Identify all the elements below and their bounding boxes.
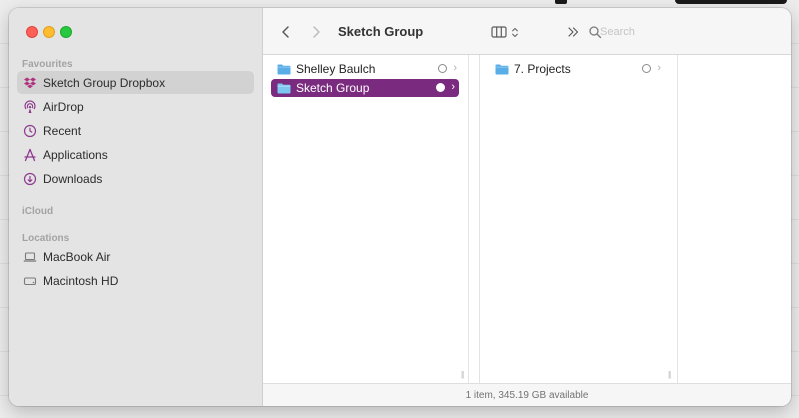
sidebar-item-label: Macintosh HD: [43, 273, 119, 288]
folder-icon: [277, 83, 291, 93]
forward-button[interactable]: [306, 22, 326, 42]
laptop-icon: [23, 250, 37, 264]
sidebar-item-applications[interactable]: Applications: [17, 143, 254, 166]
item-label: Shelley Baulch: [296, 62, 376, 76]
sidebar-item-macbook-air[interactable]: MacBook Air: [17, 245, 254, 268]
columns-view-icon: [491, 26, 507, 38]
list-item[interactable]: Sketch Group ›: [271, 79, 459, 97]
disk-icon: [23, 274, 37, 288]
sidebar-item-label: AirDrop: [43, 99, 84, 114]
column-divider: [468, 55, 469, 383]
minimize-window-button[interactable]: [43, 26, 55, 38]
list-item[interactable]: Shelley Baulch ›: [271, 60, 461, 78]
view-mode-dropdown[interactable]: [509, 22, 521, 42]
sidebar-item-recent[interactable]: Recent: [17, 119, 254, 142]
folder-icon: [277, 64, 291, 74]
sync-status-icon: [642, 64, 651, 73]
close-window-button[interactable]: [26, 26, 38, 38]
more-toolbar-items-button[interactable]: [563, 22, 583, 42]
column-2: 7. Projects › ||: [479, 55, 677, 383]
dropbox-icon: [23, 76, 37, 90]
column-resize-handle[interactable]: ||: [461, 370, 464, 379]
updown-chevron-icon: [512, 27, 518, 37]
sync-status-icon: [438, 64, 447, 73]
search-placeholder[interactable]: Search: [600, 26, 635, 38]
list-item[interactable]: 7. Projects ›: [489, 60, 665, 78]
section-icloud-label: iCloud: [22, 206, 54, 217]
item-label: 7. Projects: [514, 62, 571, 76]
double-chevron-right-icon: [568, 27, 579, 37]
sidebar-item-label: MacBook Air: [43, 249, 111, 264]
sidebar-item-label: Sketch Group Dropbox: [43, 75, 166, 90]
folder-icon: [495, 64, 509, 74]
sidebar: Favourites Sketch Group Dropbox AirDrop …: [9, 8, 263, 406]
section-favourites-label: Favourites: [22, 59, 73, 70]
sync-status-icon: [436, 83, 445, 92]
chevron-right-icon: [313, 26, 320, 38]
zoom-window-button[interactable]: [60, 26, 72, 38]
window-title: Sketch Group: [338, 24, 424, 39]
menu-bar-fragment: [555, 0, 567, 4]
clock-icon: [23, 124, 37, 138]
item-label: Sketch Group: [296, 81, 370, 95]
section-locations-label: Locations: [22, 233, 70, 244]
sidebar-item-downloads[interactable]: Downloads: [17, 167, 254, 190]
sidebar-item-macintosh-hd[interactable]: Macintosh HD: [17, 269, 254, 292]
back-button[interactable]: [276, 22, 296, 42]
finder-window: Favourites Sketch Group Dropbox AirDrop …: [9, 8, 791, 406]
column-browser: Shelley Baulch › Sketch Group › || 7. Pr…: [263, 55, 791, 383]
status-text: 1 item, 345.19 GB available: [465, 389, 589, 401]
download-icon: [23, 172, 37, 186]
airdrop-icon: [23, 99, 37, 114]
column-divider: [677, 55, 678, 383]
sidebar-item-sketch-group-dropbox[interactable]: Sketch Group Dropbox: [17, 71, 254, 94]
status-bar: 1 item, 345.19 GB available: [263, 383, 791, 406]
chevron-right-icon: ›: [453, 62, 457, 74]
view-mode-button[interactable]: [489, 22, 509, 42]
sidebar-item-label: Applications: [43, 147, 108, 162]
applications-icon: [23, 148, 37, 162]
chevron-right-icon: ›: [657, 62, 661, 74]
chevron-left-icon: [282, 26, 289, 38]
column-1: Shelley Baulch › Sketch Group › ||: [263, 55, 468, 383]
column-divider: [479, 55, 480, 383]
chevron-right-icon: ›: [451, 81, 455, 93]
column-resize-handle[interactable]: ||: [668, 370, 671, 379]
sidebar-item-label: Recent: [43, 123, 82, 138]
toolbar: Sketch Group Search: [263, 8, 791, 55]
sidebar-item-airdrop[interactable]: AirDrop: [17, 95, 254, 118]
menu-bar-fragment: [675, 0, 787, 4]
sidebar-item-label: Downloads: [43, 171, 103, 186]
